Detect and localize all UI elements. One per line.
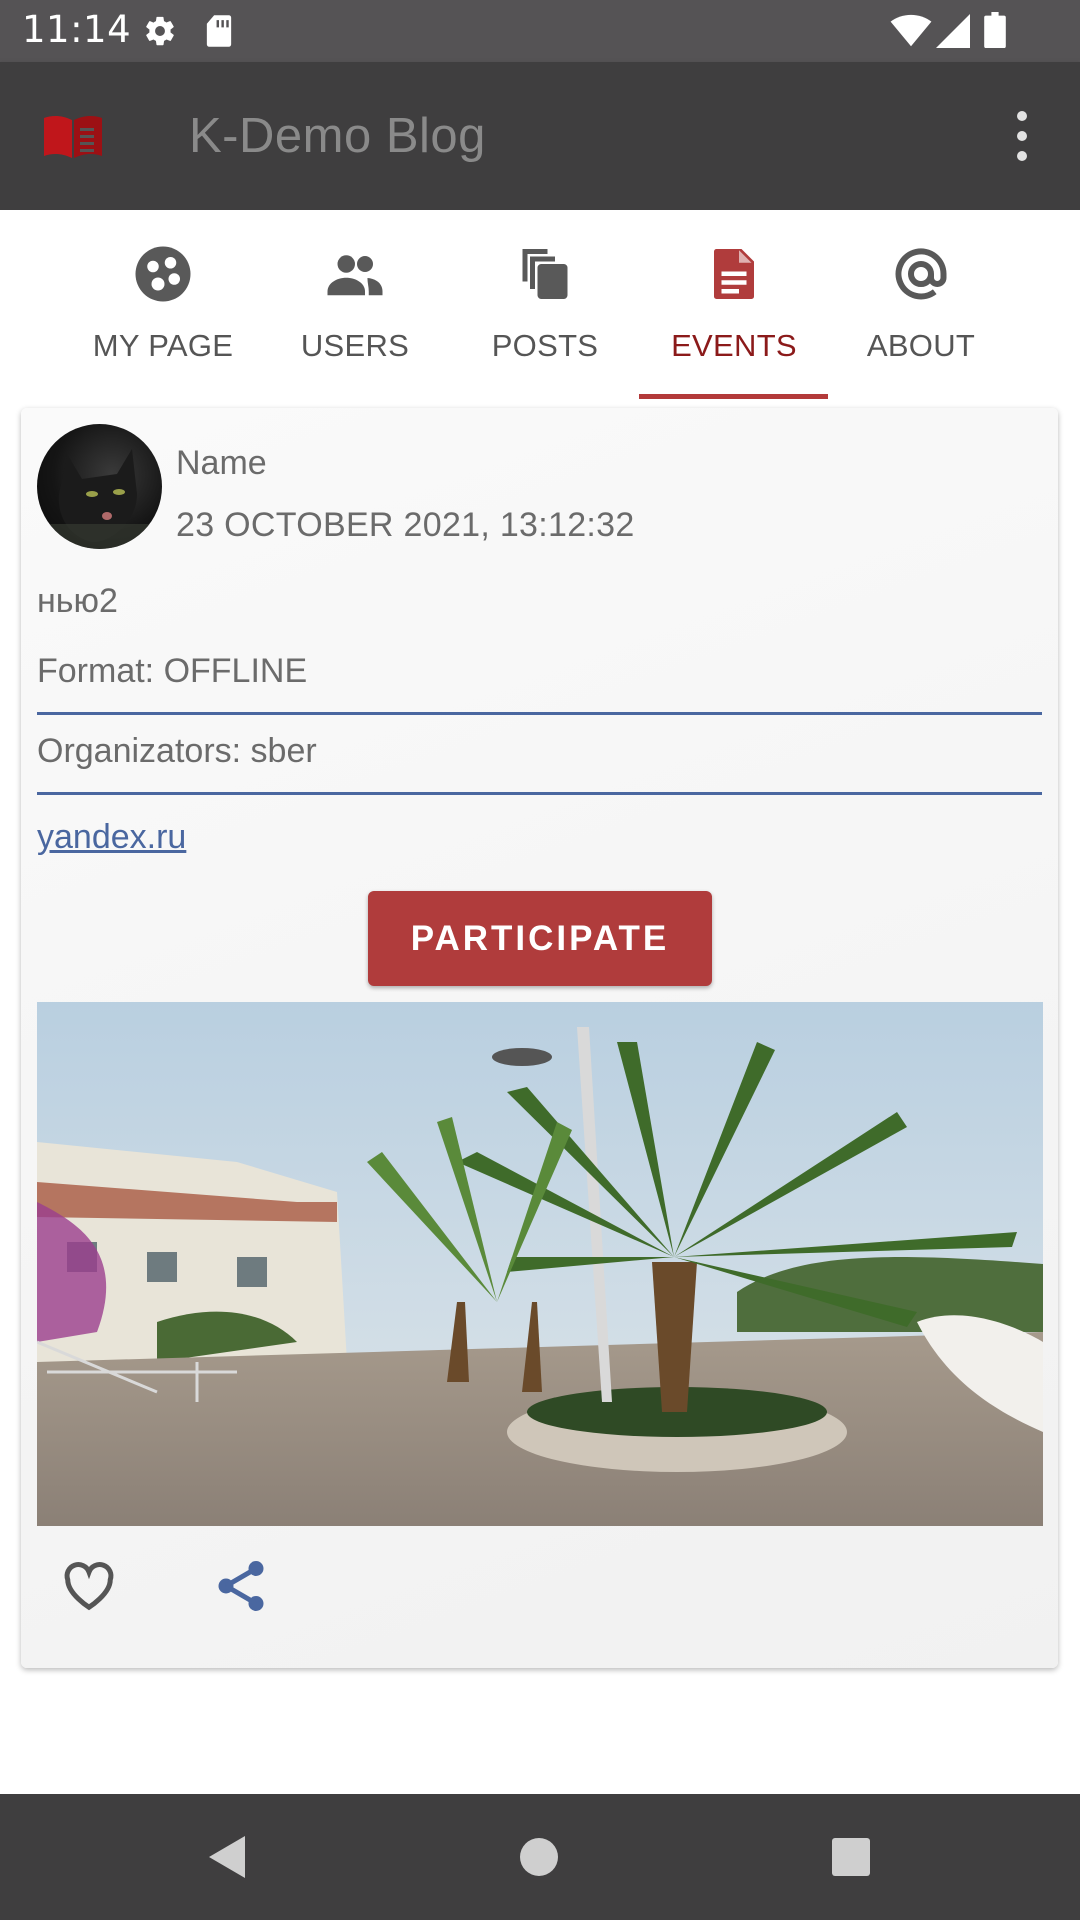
attachment-image[interactable] [37, 1002, 1043, 1526]
home-icon[interactable] [519, 1837, 559, 1877]
status-bar: 11:14 [0, 0, 1080, 62]
event-card: Name 23 OCTOBER 2021, 13:12:32 нью2 Form… [21, 408, 1058, 1668]
published-date: 23 OCTOBER 2021, 13:12:32 [176, 506, 635, 544]
tab-label: USERS [300, 328, 410, 363]
author-name: Name [176, 444, 267, 482]
tab-posts[interactable]: POSTS [450, 210, 640, 400]
organizators-text: Organizators: sber [37, 732, 317, 770]
palm-promenade-photo [37, 1002, 1043, 1526]
heart-outline-icon[interactable] [59, 1556, 119, 1616]
tab-indicator [639, 394, 828, 399]
format-text: Format: OFFLINE [37, 652, 308, 690]
sd-card-icon [206, 15, 232, 47]
tab-about[interactable]: ABOUT [826, 210, 1016, 400]
tab-users[interactable]: USERS [260, 210, 450, 400]
tab-bar: MY PAGE USERS POSTS EVENTS ABOUT [0, 210, 1080, 400]
event-content: нью2 [37, 582, 118, 620]
book-icon [44, 115, 102, 158]
copy-icon [522, 249, 568, 299]
article-icon [714, 249, 754, 299]
status-time: 11:14 [22, 8, 132, 51]
app-bar: K-Demo Blog [0, 62, 1080, 210]
system-nav-bar [0, 1794, 1080, 1920]
gear-icon [146, 16, 174, 46]
share-icon[interactable] [211, 1556, 271, 1616]
recents-icon[interactable] [831, 1837, 871, 1877]
cat-photo [37, 449, 162, 549]
participate-button[interactable]: PARTICIPATE [368, 891, 712, 986]
organizators-field: Organizators: sber [37, 718, 1042, 795]
people-icon [327, 255, 383, 296]
signal-icon [936, 14, 970, 48]
event-link[interactable]: yandex.ru [37, 818, 186, 857]
at-icon [895, 248, 947, 300]
face-icon [135, 246, 191, 302]
format-field: Format: OFFLINE [37, 638, 1042, 715]
app-title: K-Demo Blog [189, 109, 486, 163]
tab-events[interactable]: EVENTS [639, 210, 829, 400]
back-icon[interactable] [205, 1834, 247, 1880]
tab-label: ABOUT [866, 328, 976, 363]
wifi-icon [890, 14, 932, 47]
tab-label: MY PAGE [92, 328, 234, 363]
avatar[interactable] [37, 424, 162, 549]
more-vert-icon[interactable] [1000, 108, 1044, 164]
tab-label: EVENTS [671, 328, 797, 363]
battery-icon [984, 12, 1006, 48]
tab-label: POSTS [491, 328, 599, 363]
tab-my-page[interactable]: MY PAGE [68, 210, 258, 400]
